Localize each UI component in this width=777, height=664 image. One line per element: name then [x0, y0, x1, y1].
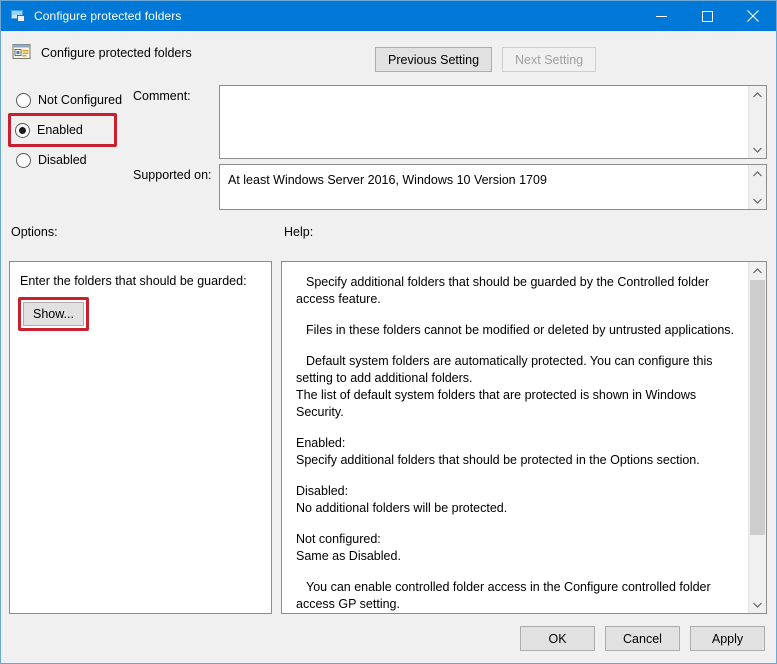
window-controls	[638, 1, 776, 31]
window-title: Configure protected folders	[34, 9, 182, 23]
cancel-label: Cancel	[623, 631, 662, 646]
help-paragraph: Enabled:	[296, 436, 346, 450]
comment-textbox[interactable]	[219, 85, 767, 159]
help-panel: Specify additional folders that should b…	[281, 261, 767, 614]
supported-on-label: Supported on:	[133, 168, 212, 182]
radio-not-configured-label: Not Configured	[38, 93, 123, 107]
group-policy-setting-icon	[12, 42, 32, 62]
help-paragraph: Specify additional folders that should b…	[296, 275, 710, 306]
ok-label: OK	[548, 631, 567, 646]
help-paragraph: Not configured:	[296, 532, 381, 546]
supported-on-textbox[interactable]: At least Windows Server 2016, Windows 10…	[219, 164, 767, 210]
radio-indicator	[15, 122, 30, 138]
maximize-icon[interactable]	[684, 1, 730, 31]
comment-scrollbar[interactable]	[748, 86, 766, 158]
previous-setting-button[interactable]: Previous Setting	[375, 47, 493, 72]
help-paragraph: Files in these folders cannot be modifie…	[306, 323, 735, 337]
radio-disabled[interactable]: Disabled	[11, 147, 131, 173]
apply-button[interactable]: Apply	[690, 626, 765, 651]
options-label: Options:	[11, 225, 58, 239]
scroll-down-icon[interactable]	[749, 596, 766, 613]
help-paragraph: You can enable controlled folder access …	[296, 580, 711, 611]
radio-enabled-label: Enabled	[37, 123, 83, 137]
help-text: Specify additional folders that should b…	[282, 262, 748, 613]
help-paragraph: Default system folders are automatically…	[296, 354, 713, 385]
setting-navigation: Previous Setting Next Setting	[375, 47, 597, 72]
scroll-up-icon[interactable]	[749, 165, 766, 182]
radio-not-configured[interactable]: Not Configured	[11, 87, 131, 113]
ok-button[interactable]: OK	[520, 626, 595, 651]
show-button-highlight: Show...	[18, 297, 89, 331]
policy-state-radio-group: Not Configured Enabled Disabled	[8, 87, 131, 173]
help-paragraph: No additional folders will be protected.	[296, 501, 508, 515]
help-scrollbar[interactable]	[748, 262, 766, 613]
radio-enabled[interactable]: Enabled	[8, 113, 117, 147]
configure-protected-folders-dialog: Configure protected folders Configure pr…	[0, 0, 777, 664]
help-paragraph: Same as Disabled.	[296, 549, 401, 563]
scroll-up-icon[interactable]	[749, 262, 766, 279]
title-bar: Configure protected folders	[1, 1, 776, 31]
next-setting-button[interactable]: Next Setting	[502, 47, 597, 72]
previous-setting-label: Previous Setting	[388, 52, 480, 67]
help-paragraph: Disabled:	[296, 484, 349, 498]
show-button[interactable]: Show...	[23, 302, 84, 326]
radio-indicator	[16, 152, 31, 168]
setting-title: Configure protected folders	[41, 46, 192, 60]
radio-indicator	[16, 92, 31, 108]
help-paragraph: The list of default system folders that …	[296, 388, 697, 419]
radio-disabled-label: Disabled	[38, 153, 87, 167]
scroll-up-icon[interactable]	[749, 86, 766, 103]
apply-label: Apply	[711, 631, 744, 646]
help-scrollbar-thumb[interactable]	[750, 280, 765, 535]
next-setting-label: Next Setting	[515, 52, 584, 67]
help-paragraph: Specify additional folders that should b…	[296, 453, 700, 467]
scroll-down-icon[interactable]	[749, 141, 766, 158]
close-icon[interactable]	[730, 1, 776, 31]
computer-monitor-icon	[10, 8, 26, 24]
help-label: Help:	[284, 225, 314, 239]
minimize-icon[interactable]	[638, 1, 684, 31]
comment-label: Comment:	[133, 89, 191, 103]
options-caption: Enter the folders that should be guarded…	[20, 274, 247, 288]
options-panel: Enter the folders that should be guarded…	[9, 261, 272, 614]
supported-on-value: At least Windows Server 2016, Windows 10…	[228, 173, 547, 187]
dialog-footer: OK Cancel Apply	[520, 626, 765, 651]
scroll-down-icon[interactable]	[749, 192, 766, 209]
cancel-button[interactable]: Cancel	[605, 626, 680, 651]
show-button-label: Show...	[33, 307, 74, 321]
supported-on-scrollbar[interactable]	[748, 165, 766, 209]
